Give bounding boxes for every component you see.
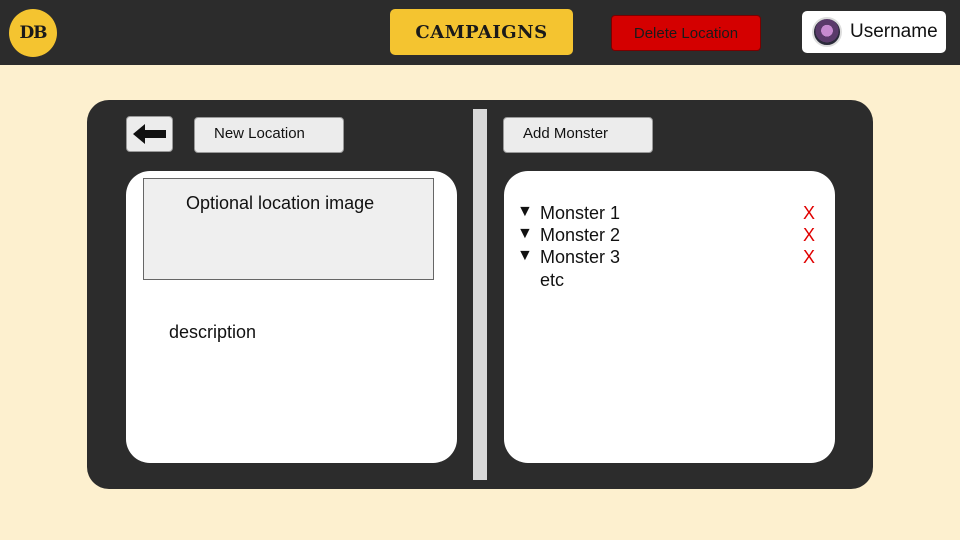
triangle-down-icon[interactable]: ▼ bbox=[517, 203, 533, 221]
triangle-down-icon[interactable]: ▼ bbox=[517, 225, 533, 243]
list-item[interactable]: ▼ Monster 3 X bbox=[517, 247, 817, 269]
remove-monster-button[interactable]: X bbox=[803, 247, 815, 268]
monster-name: Monster 3 bbox=[540, 247, 621, 267]
back-button[interactable] bbox=[126, 116, 173, 152]
delete-location-button[interactable]: Delete Location bbox=[611, 15, 761, 51]
top-bar: DB CAMPAIGNS Delete Location Username bbox=[0, 0, 960, 65]
user-menu-button[interactable]: Username bbox=[802, 11, 946, 53]
new-location-button[interactable]: New Location bbox=[194, 117, 344, 153]
list-item[interactable]: ▼ Monster 1 X bbox=[517, 203, 817, 225]
avatar bbox=[812, 17, 842, 47]
location-image-label: Optional location image bbox=[186, 193, 375, 213]
panel-divider[interactable] bbox=[473, 109, 487, 480]
app-logo[interactable]: DB bbox=[9, 9, 57, 57]
monster-name: Monster 2 bbox=[540, 225, 621, 245]
monster-name: Monster 1 bbox=[540, 203, 621, 223]
list-item[interactable]: ▼ Monster 2 X bbox=[517, 225, 817, 247]
username-label: Username bbox=[850, 21, 938, 42]
location-description[interactable]: description bbox=[169, 322, 256, 343]
triangle-down-icon[interactable]: ▼ bbox=[517, 247, 533, 265]
remove-monster-button[interactable]: X bbox=[803, 203, 815, 224]
monster-list-more: etc bbox=[540, 270, 565, 290]
add-monster-button[interactable]: Add Monster bbox=[503, 117, 653, 153]
arrow-left-icon bbox=[132, 124, 166, 144]
campaigns-button[interactable]: CAMPAIGNS bbox=[390, 9, 573, 55]
remove-monster-button[interactable]: X bbox=[803, 225, 815, 246]
